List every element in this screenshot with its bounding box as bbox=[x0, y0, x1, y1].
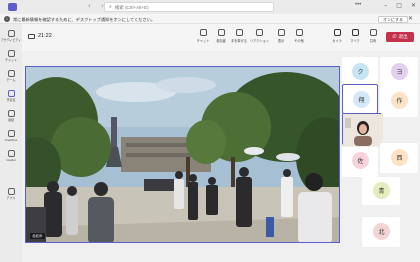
calendar-icon bbox=[7, 90, 15, 97]
phone-icon bbox=[7, 110, 15, 117]
participant-tile[interactable]: ヨ bbox=[380, 57, 418, 87]
cloud-icon bbox=[7, 130, 15, 137]
toolbar-label: カメラ bbox=[332, 39, 342, 43]
rail-label: チーム bbox=[6, 78, 16, 82]
participant-tile[interactable]: 西 bbox=[380, 143, 418, 173]
toolbar-label: 表示 bbox=[277, 39, 285, 43]
search-input[interactable] bbox=[114, 4, 255, 10]
microphone-icon bbox=[351, 29, 359, 36]
teams-logo-icon bbox=[8, 3, 17, 11]
close-window-icon[interactable]: ✕ bbox=[411, 2, 416, 9]
avatar: 青 bbox=[373, 182, 390, 199]
rail-label: 予定表 bbox=[6, 98, 16, 102]
chat-icon bbox=[7, 50, 15, 57]
more-button[interactable]: その他 bbox=[290, 29, 308, 43]
avatar: ク bbox=[352, 63, 369, 80]
maximize-icon[interactable]: □ bbox=[396, 2, 402, 9]
leave-label: 退出 bbox=[398, 34, 408, 39]
chat-button[interactable]: チャット bbox=[194, 29, 212, 43]
more-options-icon[interactable]: ••• bbox=[355, 2, 361, 8]
app-rail: アクティビティ チャット チーム 予定表 通話 OneDrive Copilot bbox=[0, 24, 22, 262]
minimize-icon[interactable]: – bbox=[384, 2, 387, 9]
grid-icon bbox=[277, 29, 285, 36]
rail-item-apps[interactable]: アプリ bbox=[0, 186, 22, 204]
avatar: 作 bbox=[391, 92, 408, 109]
rail-item-activity[interactable]: アクティビティ bbox=[0, 28, 22, 46]
main-video-feed[interactable]: 北北歩 bbox=[25, 66, 340, 243]
avatar: 佐 bbox=[352, 152, 369, 169]
teams-icon bbox=[7, 70, 15, 77]
meeting-toolbar: 21:22 チャット 参加者 手を挙げる リアクション 表示 その他 カメラ マ… bbox=[22, 24, 420, 51]
toolbar-label: リアクション bbox=[250, 39, 269, 43]
camera-button[interactable]: カメラ bbox=[328, 29, 346, 43]
rail-item-chat[interactable]: チャット bbox=[0, 48, 22, 66]
speaker-name-tag: 北北歩 bbox=[30, 233, 45, 239]
self-video-tile[interactable] bbox=[342, 113, 383, 146]
participant-tile[interactable]: 青 bbox=[362, 177, 400, 205]
search-icon: ⌕ bbox=[109, 4, 112, 10]
share-icon bbox=[369, 29, 377, 36]
video-icon bbox=[28, 34, 35, 39]
view-button[interactable]: 表示 bbox=[272, 29, 290, 43]
toolbar-label: 手を挙げる bbox=[231, 39, 247, 43]
title-bar: ‹ › ⌕ ••• – □ ✕ bbox=[0, 0, 420, 14]
reactions-button[interactable]: リアクション bbox=[250, 29, 269, 43]
phone-hangup-icon: ✆ bbox=[392, 34, 397, 40]
participants-button[interactable]: 参加者 bbox=[212, 29, 230, 43]
rail-item-calendar[interactable]: 予定表 bbox=[0, 88, 22, 106]
teams-app: ‹ › ⌕ ••• – □ ✕ i 常に最新情報を確認するために、デスクトップ通… bbox=[0, 0, 420, 262]
toolbar-label: 共有 bbox=[369, 39, 377, 43]
rail-label: Copilot bbox=[6, 158, 16, 162]
search-box[interactable]: ⌕ bbox=[104, 2, 274, 12]
rail-label: 通話 bbox=[7, 118, 14, 122]
participant-tile-selected[interactable]: 翔 bbox=[342, 84, 378, 114]
toolbar-label: マイク bbox=[350, 39, 360, 43]
mic-button[interactable]: マイク bbox=[346, 29, 364, 43]
rail-label: アクティビティ bbox=[0, 38, 22, 42]
meeting-timer: 21:22 bbox=[38, 33, 52, 39]
leave-button[interactable]: ✆ 退出 bbox=[386, 32, 414, 42]
raise-hand-button[interactable]: 手を挙げる bbox=[230, 29, 248, 43]
apps-icon bbox=[7, 188, 15, 195]
more-icon bbox=[295, 29, 303, 36]
avatar: ヨ bbox=[391, 63, 408, 80]
toolbar-label: 参加者 bbox=[216, 39, 226, 43]
participant-gallery: ク ヨ 翔 作 佐 西 青 北 bbox=[340, 51, 420, 262]
rail-label: チャット bbox=[5, 58, 17, 62]
rail-item-calls[interactable]: 通話 bbox=[0, 108, 22, 126]
self-video-image bbox=[343, 114, 383, 146]
avatar: 西 bbox=[391, 149, 408, 166]
notification-message: 常に最新情報を確認するために、デスクトップ通知をオンにしてください。 bbox=[13, 16, 156, 22]
window-controls: – □ ✕ bbox=[384, 2, 416, 9]
participant-tile[interactable]: 北 bbox=[362, 217, 400, 247]
rail-label: アプリ bbox=[6, 196, 16, 200]
enable-notifications-button[interactable]: オンにする bbox=[378, 15, 409, 23]
bell-icon bbox=[7, 30, 15, 37]
toolbar-label: チャット bbox=[196, 39, 210, 43]
participant-tile[interactable]: 佐 bbox=[342, 147, 378, 177]
copilot-icon bbox=[7, 150, 15, 157]
close-notification-icon[interactable]: ✕ bbox=[408, 15, 413, 22]
avatar: 北 bbox=[373, 223, 390, 240]
rail-item-teams[interactable]: チーム bbox=[0, 68, 22, 86]
info-icon: i bbox=[4, 16, 10, 22]
notification-bar: i 常に最新情報を確認するために、デスクトップ通知をオンにしてください。 オンに… bbox=[0, 14, 420, 24]
rail-item-copilot[interactable]: Copilot bbox=[0, 148, 22, 166]
participant-tile[interactable]: ク bbox=[342, 57, 378, 87]
share-button[interactable]: 共有 bbox=[364, 29, 382, 43]
rail-label: OneDrive bbox=[4, 138, 18, 142]
toolbar-label: その他 bbox=[294, 39, 304, 43]
chat-icon bbox=[199, 29, 207, 36]
camera-icon bbox=[333, 29, 341, 36]
video-scene bbox=[26, 67, 339, 242]
participant-tile[interactable]: 作 bbox=[380, 87, 418, 117]
people-icon bbox=[217, 29, 225, 36]
hand-icon bbox=[235, 29, 243, 36]
smiley-icon bbox=[255, 29, 263, 36]
rail-item-onedrive[interactable]: OneDrive bbox=[0, 128, 22, 146]
avatar: 翔 bbox=[353, 91, 370, 108]
